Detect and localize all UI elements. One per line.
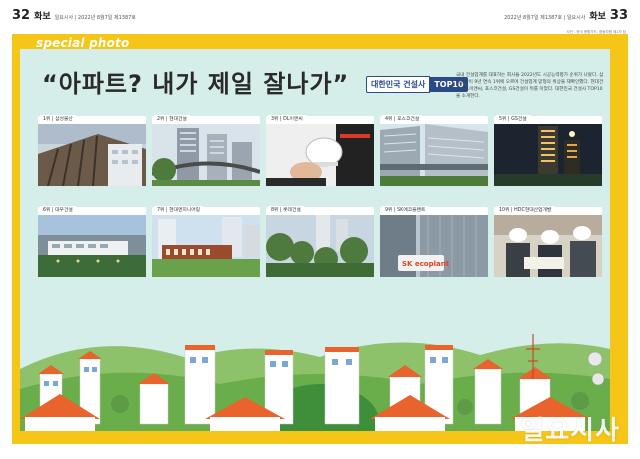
company-photo <box>494 124 602 186</box>
company-photo <box>494 215 602 277</box>
company-card-4: 4위 | 포스코건설 <box>380 115 488 186</box>
page-header: 32 화보 일요시사 | 2022년 8월7일 제1387호 2022년 8월7… <box>0 0 640 28</box>
right-section-name: 화보 <box>589 12 606 22</box>
rank-label: 3위 | DL이앤씨 <box>268 115 306 124</box>
top10-badge: 대한민국 건설사 TOP10 <box>366 76 468 93</box>
headline: “아파트? 내가 제일 잘나가” <box>42 70 350 98</box>
rank-label: 10위 | HDC현대산업개발 <box>496 206 555 215</box>
right-page-header: 2022년 8월7일 제1387호 | 일요시사 화보 33 <box>504 8 628 23</box>
company-photo <box>152 124 260 186</box>
rank-label: 2위 | 현대건설 <box>154 115 190 124</box>
company-card-2: 2위 | 현대건설 <box>152 115 260 186</box>
company-photo: SK ecoplant <box>380 215 488 277</box>
company-card-3: 3위 | DL이앤씨 <box>266 115 374 186</box>
company-card-5: 5위 | GS건설 <box>494 115 602 186</box>
company-card-9: 9위 | SK에코플랜트 SK ecoplant <box>380 206 488 277</box>
company-photo <box>266 215 374 277</box>
left-page-number: 32 <box>12 8 31 23</box>
rank-label: 5위 | GS건설 <box>496 115 530 124</box>
company-card-7: 7위 | 현대엔지니어링 <box>152 206 260 277</box>
rank-label: 6위 | 대우건설 <box>40 206 76 215</box>
right-page-number: 33 <box>609 8 628 23</box>
rank-label: 1위 | 삼성물산 <box>40 115 76 124</box>
company-photo <box>152 215 260 277</box>
left-page-header: 32 화보 일요시사 | 2022년 8월7일 제1387호 <box>12 8 136 23</box>
section-label: special photo <box>36 36 130 50</box>
badge-label: 대한민국 건설사 <box>366 76 431 93</box>
company-photo <box>266 124 374 186</box>
sk-sign-text: SK ecoplant <box>402 260 450 268</box>
left-section-name: 화보 <box>34 12 51 22</box>
rank-label: 8위 | 롯데건설 <box>268 206 304 215</box>
rank-label: 9위 | SK에코플랜트 <box>382 206 429 215</box>
company-photo <box>38 124 146 186</box>
company-photo <box>380 124 488 186</box>
left-issue-meta: 일요시사 | 2022년 8월7일 제1387호 <box>54 15 136 21</box>
company-card-8: 8위 | 롯데건설 <box>266 206 374 277</box>
right-issue-meta: 2022년 8월7일 제1387호 | 일요시사 <box>504 15 586 21</box>
company-card-6: 6위 | 대우건설 <box>38 206 146 277</box>
company-card-10: 10위 | HDC현대산업개발 <box>494 206 602 277</box>
rank-label: 4위 | 포스코건설 <box>382 115 423 124</box>
company-photo <box>38 215 146 277</box>
article-description: 국내 건설업계를 대표하는 회사들 2022년도 시공능력평가 순위가 나왔다.… <box>456 73 604 99</box>
company-card-1: 1위 | 삼성물산 <box>38 115 146 186</box>
watermark-logo: 일요시사 <box>520 416 620 446</box>
rank-label: 7위 | 현대엔지니어링 <box>154 206 204 215</box>
